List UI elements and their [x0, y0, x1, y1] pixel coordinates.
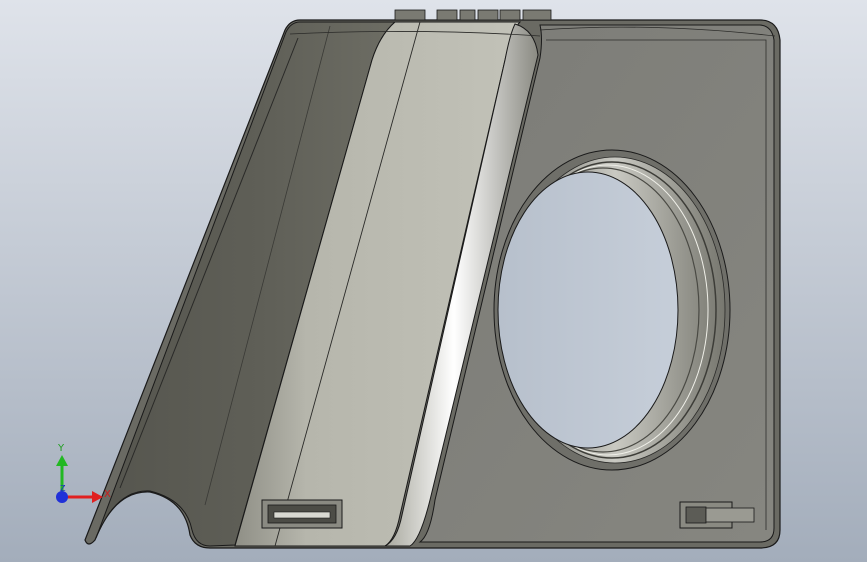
triad-y-label: Y — [58, 443, 65, 454]
left-slot — [261, 499, 343, 529]
triad-x-label: X — [104, 489, 111, 500]
top-tabs — [394, 9, 552, 21]
graphics-viewport[interactable]: Y X Z — [0, 0, 867, 562]
threaded-bore — [493, 149, 731, 471]
triad-z-label: Z — [60, 484, 66, 493]
model-scene[interactable] — [0, 0, 867, 562]
